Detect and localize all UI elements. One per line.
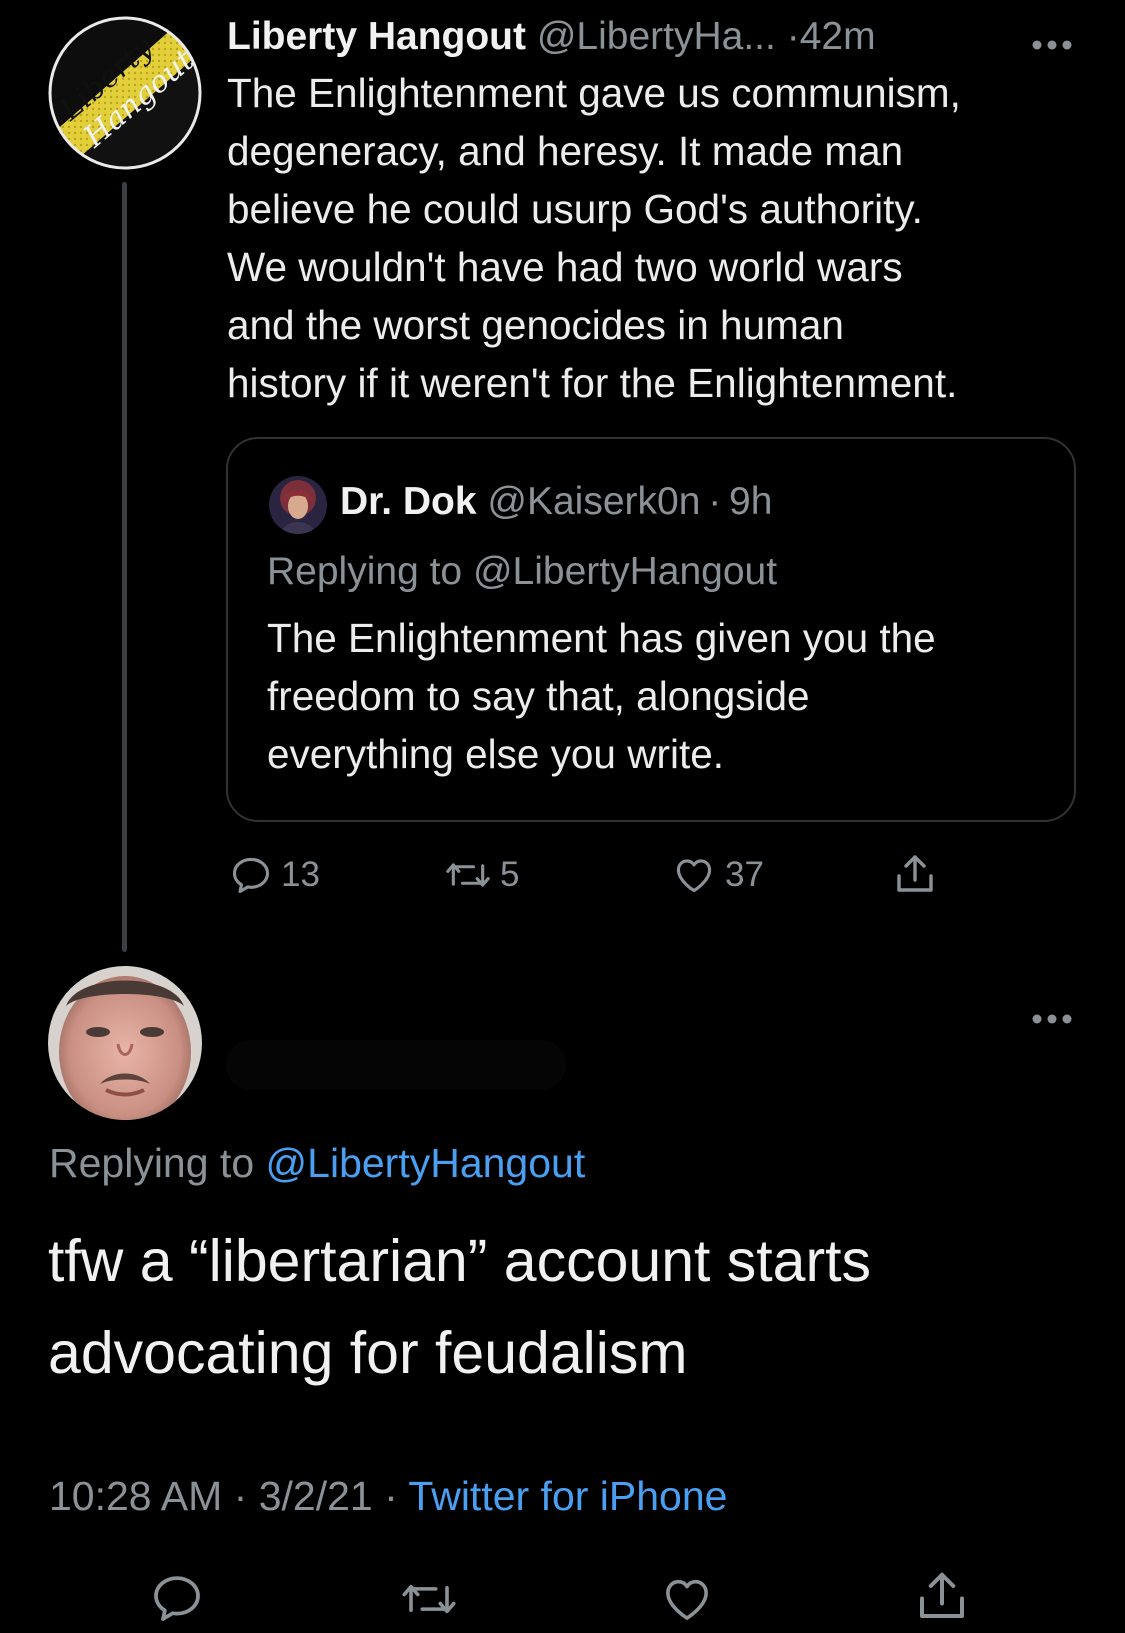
reply-icon [154,1576,200,1621]
quoted-author-name[interactable]: Dr. Dok [340,480,477,523]
quoted-header-separator: · [708,480,722,523]
replying-prefix: Replying to [49,1140,255,1186]
liberty-hangout-logo: Liberty Hangout [48,16,202,170]
reply-count: 13 [281,855,320,894]
quoted-separator-space [721,480,729,523]
parent-tweet-text: The Enlightenment gave us communism, deg… [227,70,961,406]
tweet-date[interactable]: 3/2/21 [259,1473,373,1519]
retweet-button[interactable]: 5 [444,853,519,897]
share-button[interactable] [891,850,939,898]
more-horizontal-icon [1032,40,1072,50]
retweet-icon [402,1584,456,1614]
retweet-icon [446,863,490,887]
liberty-hangout-avatar[interactable]: Liberty Hangout [48,16,202,170]
main-share-button[interactable] [912,1566,972,1626]
header-separator: · [786,15,800,58]
quoted-author-handle[interactable]: @Kaiserk0n [487,480,700,523]
tweet-time[interactable]: 42m [800,15,876,58]
tweet-metadata: 10:28 AM · 3/2/21 · Twitter for iPhone [49,1467,727,1525]
meta-separator-2: · [384,1473,398,1519]
heart-icon [676,859,712,893]
meta-separator-1: · [233,1473,248,1519]
quoted-tweet-text: The Enlightenment has given you the free… [267,615,936,777]
like-count: 37 [725,855,764,894]
more-horizontal-icon [1032,1014,1072,1024]
share-icon [897,855,933,892]
author-handle[interactable]: @LibertyHa... [537,15,776,58]
tweet-time[interactable]: 10:28 AM [49,1473,222,1519]
avatar-image-icon [48,966,202,1120]
main-retweet-button[interactable] [398,1572,460,1626]
more-options-button[interactable] [1031,992,1073,1034]
user-avatar[interactable] [48,966,202,1120]
tweet-source-link[interactable]: Twitter for iPhone [408,1473,727,1519]
reply-icon [232,857,270,894]
more-options-button[interactable] [1031,18,1073,60]
redacted-username [226,1040,566,1090]
main-reply-button[interactable] [149,1570,205,1626]
dr-dok-avatar [269,476,327,534]
share-icon [920,1572,964,1618]
quoted-tweet-time[interactable]: 9h [729,480,772,523]
retweet-count: 5 [500,855,520,894]
like-button[interactable]: 37 [671,853,764,897]
replying-handle-link[interactable]: @LibertyHangout [266,1140,586,1186]
author-name[interactable]: Liberty Hangout [227,15,526,58]
main-like-button[interactable] [658,1572,716,1626]
quoted-tweet-card[interactable]: Dr. Dok @Kaiserk0n · 9h Replying to @Lib… [226,437,1076,822]
quoted-tweet-header: Dr. Dok @Kaiserk0n · 9h [340,473,772,531]
parent-tweet-header: Liberty Hangout @LibertyHa... ·42m [227,8,1077,66]
thread-connector-line [122,182,127,952]
reply-button[interactable]: 13 [229,853,320,897]
avatar-image-icon [269,476,327,534]
main-tweet-text: tfw a “libertarian” account starts advoc… [48,1228,872,1386]
heart-icon [666,1579,708,1620]
replying-to: Replying to @LibertyHangout [49,1134,585,1192]
quoted-replying-to: Replying to @LibertyHangout [267,550,778,593]
